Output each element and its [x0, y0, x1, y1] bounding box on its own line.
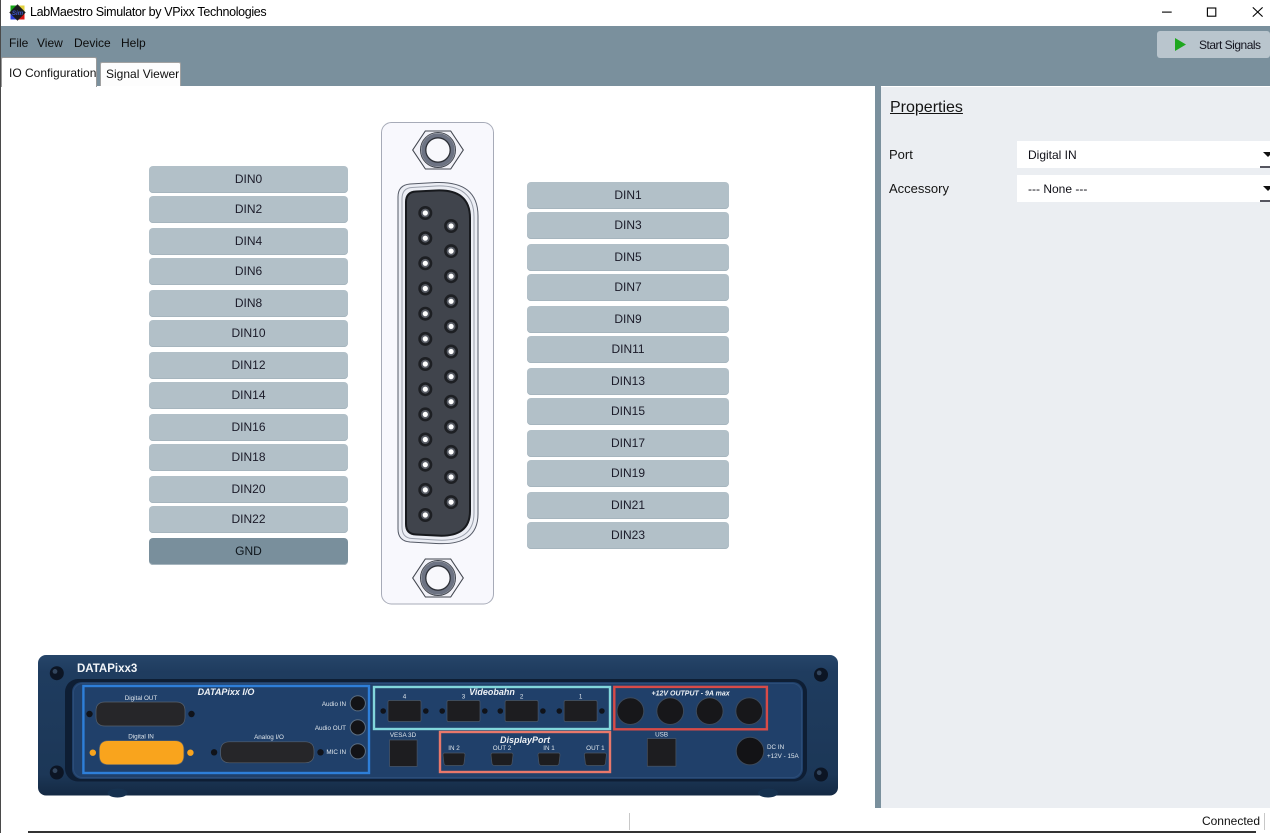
svg-text:Videobahn: Videobahn: [469, 687, 515, 697]
svg-text:DisplayPort: DisplayPort: [500, 735, 551, 745]
svg-text:OUT 2: OUT 2: [493, 745, 512, 752]
svg-text:MIC IN: MIC IN: [326, 749, 346, 756]
svg-text:Analog I/O: Analog I/O: [254, 734, 284, 741]
svg-text:1: 1: [579, 694, 583, 701]
svg-text:Audio OUT: Audio OUT: [315, 725, 346, 732]
svg-text:DATAPixx I/O: DATAPixx I/O: [198, 687, 255, 697]
svg-text:+12V - 15A: +12V - 15A: [767, 753, 799, 760]
svg-text:IN 1: IN 1: [543, 745, 555, 752]
svg-text:+12V OUTPUT - 9A max: +12V OUTPUT - 9A max: [652, 691, 731, 698]
svg-text:VESA 3D: VESA 3D: [390, 732, 417, 739]
svg-text:Digital IN: Digital IN: [128, 734, 154, 741]
svg-text:DATAPixx3: DATAPixx3: [77, 663, 137, 675]
svg-text:Sim: Sim: [12, 10, 24, 17]
svg-text:USB: USB: [655, 732, 668, 739]
svg-text:Audio IN: Audio IN: [322, 701, 347, 708]
svg-text:2: 2: [520, 694, 524, 701]
svg-text:Digital OUT: Digital OUT: [125, 695, 158, 702]
svg-text:OUT 1: OUT 1: [586, 745, 605, 752]
svg-text:DC IN: DC IN: [767, 744, 785, 751]
svg-text:3: 3: [462, 694, 466, 701]
svg-text:IN 2: IN 2: [448, 745, 460, 752]
svg-text:4: 4: [403, 694, 407, 701]
